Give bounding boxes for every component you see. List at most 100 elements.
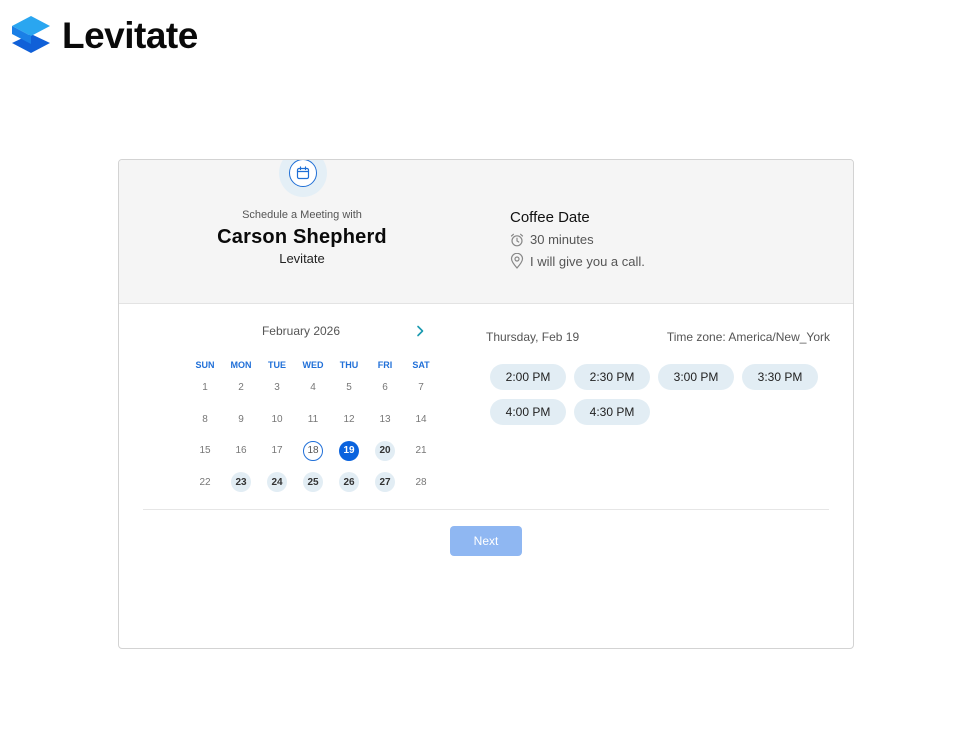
host-name: Carson Shepherd bbox=[217, 226, 387, 248]
divider bbox=[143, 509, 829, 510]
calendar-day-number: 10 bbox=[271, 413, 283, 425]
calendar-day[interactable]: 23 bbox=[223, 467, 259, 499]
next-button[interactable]: Next bbox=[450, 526, 522, 556]
calendar-day-number: 5 bbox=[346, 382, 352, 394]
event-duration: 30 minutes bbox=[530, 232, 594, 247]
calendar-day-number: 23 bbox=[231, 472, 251, 493]
calendar-day-number: 4 bbox=[310, 382, 316, 394]
chevron-right-icon bbox=[417, 325, 424, 337]
calendar-day-number: 27 bbox=[375, 472, 395, 493]
time-slot-button[interactable]: 4:30 PM bbox=[574, 399, 650, 425]
booking-card: Schedule a Meeting with Carson Shepherd … bbox=[118, 159, 854, 649]
calendar-day: 2 bbox=[223, 372, 259, 404]
calendar-day[interactable]: 24 bbox=[259, 467, 295, 499]
selected-date-label: Thursday, Feb 19 bbox=[486, 330, 580, 344]
calendar-day: 5 bbox=[331, 372, 367, 404]
weekday-label: MON bbox=[230, 360, 252, 370]
calendar-day: 17 bbox=[259, 435, 295, 467]
event-location: I will give you a call. bbox=[530, 253, 645, 269]
calendar-day-number: 25 bbox=[303, 472, 323, 493]
calendar-day: 12 bbox=[331, 404, 367, 436]
calendar-day: 11 bbox=[295, 404, 331, 436]
calendar-day-number: 13 bbox=[379, 413, 391, 425]
calendar-day-number: 18 bbox=[303, 440, 323, 461]
weekday-label: FRI bbox=[377, 360, 393, 370]
weekday-label: SUN bbox=[195, 360, 215, 370]
calendar-day[interactable]: 20 bbox=[367, 435, 403, 467]
calendar-day-number: 1 bbox=[202, 382, 208, 394]
calendar-day-number: 2 bbox=[238, 382, 244, 394]
weekday-label: THU bbox=[339, 360, 359, 370]
calendar-day-number: 20 bbox=[375, 440, 395, 461]
calendar-day-number: 7 bbox=[418, 382, 424, 394]
calendar-day-number: 6 bbox=[382, 382, 388, 394]
time-slot-button[interactable]: 4:00 PM bbox=[490, 399, 566, 425]
weekday-label: TUE bbox=[268, 360, 286, 370]
calendar-day[interactable]: 25 bbox=[295, 467, 331, 499]
calendar-day-number: 22 bbox=[199, 476, 211, 488]
calendar-day-number: 26 bbox=[339, 472, 359, 493]
calendar-day-number: 11 bbox=[307, 413, 319, 425]
calendar-header: February 2026 bbox=[187, 324, 437, 342]
levitate-logo[interactable]: Levitate bbox=[10, 14, 198, 56]
calendar-day: 8 bbox=[187, 404, 223, 436]
calendar-day: 7 bbox=[403, 372, 439, 404]
timezone-label[interactable]: Time zone: America/New_York bbox=[667, 330, 830, 344]
calendar-day: 10 bbox=[259, 404, 295, 436]
calendar-day-number: 28 bbox=[415, 476, 427, 488]
calendar-day-number: 15 bbox=[199, 445, 211, 457]
location-pin-icon bbox=[510, 253, 524, 269]
next-month-button[interactable] bbox=[411, 322, 429, 340]
calendar-day: 3 bbox=[259, 372, 295, 404]
calendar-day-number: 19 bbox=[339, 440, 359, 461]
calendar-day-number: 16 bbox=[235, 445, 247, 457]
event-location-row: I will give you a call. bbox=[510, 253, 645, 269]
host-info: Schedule a Meeting with Carson Shepherd … bbox=[167, 209, 437, 266]
calendar-badge-inner bbox=[289, 160, 317, 187]
calendar-day-number: 21 bbox=[415, 445, 427, 457]
calendar-day-number: 14 bbox=[415, 413, 427, 425]
time-slots-header: Thursday, Feb 19 Time zone: America/New_… bbox=[486, 330, 830, 344]
calendar-month-label: February 2026 bbox=[261, 324, 341, 338]
host-organization: Levitate bbox=[279, 251, 325, 266]
time-slot-button[interactable]: 2:00 PM bbox=[490, 364, 566, 390]
calendar-day[interactable]: 18 bbox=[295, 435, 331, 467]
calendar-day: 22 bbox=[187, 467, 223, 499]
calendar-day: 16 bbox=[223, 435, 259, 467]
levitate-logo-mark-icon bbox=[12, 16, 50, 53]
calendar-day-number: 24 bbox=[267, 472, 287, 493]
calendar-day: 13 bbox=[367, 404, 403, 436]
brand-name: Levitate bbox=[62, 14, 198, 56]
calendar-day: 15 bbox=[187, 435, 223, 467]
calendar-day-number: 17 bbox=[271, 445, 283, 457]
card-header: Schedule a Meeting with Carson Shepherd … bbox=[119, 160, 853, 304]
calendar-days-grid: 1 2 3 4 5 6 7 8 9 10 11 12 13 14 15 16 17 18 19 20 21 22 23 24 2… bbox=[187, 372, 437, 498]
calendar-day-number: 9 bbox=[238, 413, 244, 425]
time-slot-button[interactable]: 2:30 PM bbox=[574, 364, 650, 390]
schedule-subtitle: Schedule a Meeting with bbox=[242, 209, 362, 221]
alarm-clock-icon bbox=[510, 233, 524, 246]
weekday-label: SAT bbox=[412, 360, 430, 370]
calendar-day-number: 8 bbox=[202, 413, 208, 425]
calendar-weekdays: SUN MON TUE WED THU FRI SAT bbox=[187, 360, 437, 370]
weekday-label: WED bbox=[302, 360, 324, 370]
calendar-day: 9 bbox=[223, 404, 259, 436]
event-title: Coffee Date bbox=[510, 209, 590, 226]
calendar-day-number: 3 bbox=[274, 382, 280, 394]
calendar-day[interactable]: 26 bbox=[331, 467, 367, 499]
calendar-day: 6 bbox=[367, 372, 403, 404]
calendar-icon bbox=[296, 166, 310, 180]
time-slot-button[interactable]: 3:30 PM bbox=[742, 364, 818, 390]
time-slot-button[interactable]: 3:00 PM bbox=[658, 364, 734, 390]
calendar-day: 21 bbox=[403, 435, 439, 467]
calendar-day[interactable]: 19 bbox=[331, 435, 367, 467]
calendar-day[interactable]: 27 bbox=[367, 467, 403, 499]
event-details: Coffee Date 30 minutes I will give you a… bbox=[510, 209, 645, 269]
calendar: February 2026 SUN MON TUE WED THU FRI SAT 1234… bbox=[187, 324, 437, 498]
calendar-day: 1 bbox=[187, 372, 223, 404]
calendar-day: 28 bbox=[403, 467, 439, 499]
calendar-day-number: 12 bbox=[343, 413, 355, 425]
calendar-day: 14 bbox=[403, 404, 439, 436]
calendar-day: 4 bbox=[295, 372, 331, 404]
time-slots: 2:00 PM 2:30 PM 3:00 PM 3:30 PM 4:00 PM 4:30 … bbox=[490, 364, 830, 425]
